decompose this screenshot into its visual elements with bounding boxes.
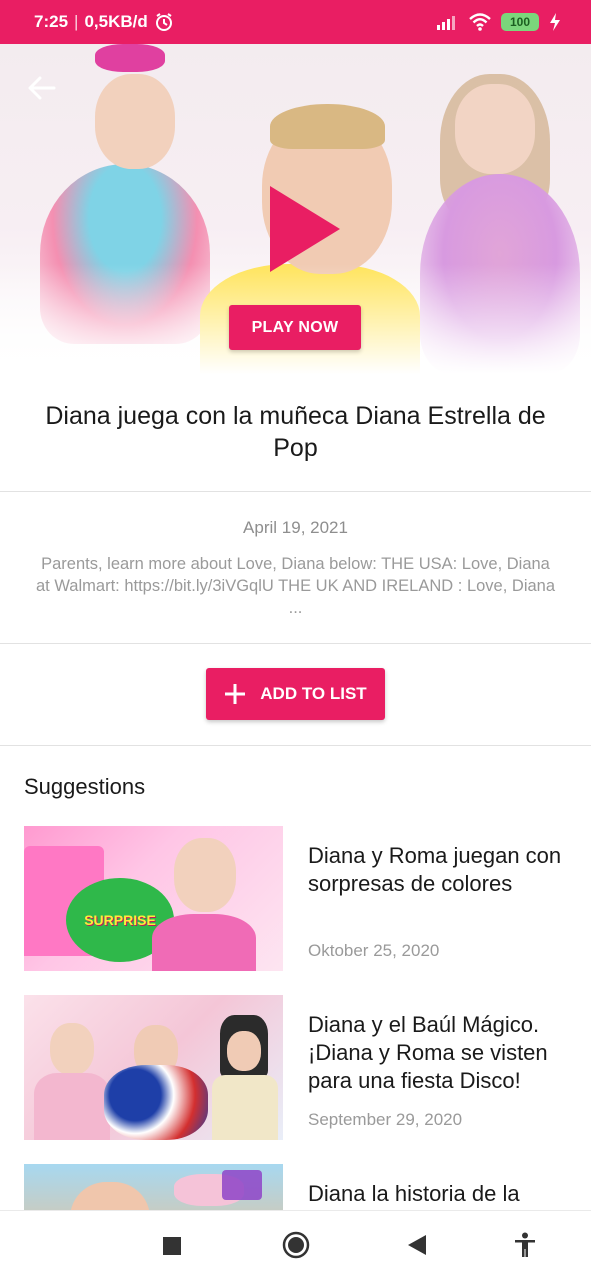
add-to-list-button[interactable]: ADD TO LIST: [206, 668, 385, 720]
thumbnail-figure-1: [50, 1023, 94, 1075]
status-right: 100: [437, 13, 561, 31]
suggestion-item[interactable]: Diana y el Baúl Mágico. ¡Diana y Roma se…: [24, 995, 569, 1145]
status-time: 7:25: [34, 12, 69, 31]
recents-square-icon[interactable]: [162, 1236, 182, 1256]
suggestion-item[interactable]: SURPRISE Diana y Roma juegan con sorpres…: [24, 826, 569, 976]
suggestion-title: Diana y el Baúl Mágico. ¡Diana y Roma se…: [308, 1012, 548, 1093]
thumbnail-figure-3-face: [227, 1031, 261, 1071]
status-bar: 7:25 | 0,5KB/d 100: [0, 0, 591, 44]
play-now-label: PLAY NOW: [251, 318, 339, 336]
thumbnail-figure-3-outfit: [212, 1075, 278, 1140]
back-triangle-icon[interactable]: [406, 1234, 428, 1256]
divider: [0, 745, 591, 746]
hero-figure-left-bow: [95, 44, 165, 72]
suggestion-title: Diana la historia de la: [308, 1181, 520, 1206]
thumbnail-face: [174, 838, 236, 912]
hero-figure-middle-hair: [270, 104, 385, 149]
video-date: April 19, 2021: [243, 518, 348, 537]
network-speed: 0,5KB/d: [84, 12, 148, 31]
home-circle-icon[interactable]: [282, 1231, 310, 1259]
suggestion-date: Oktober 25, 2020: [308, 941, 440, 960]
divider: [0, 643, 591, 644]
accessibility-icon[interactable]: [514, 1232, 536, 1258]
wifi-icon: [469, 13, 491, 31]
video-description: Parents, learn more about Love, Diana be…: [36, 555, 556, 617]
battery-icon: 100: [501, 13, 539, 31]
hero-figure-right-face: [455, 84, 535, 174]
hero-figure-left-face: [95, 74, 175, 169]
divider: [0, 491, 591, 492]
back-arrow-icon[interactable]: [24, 70, 60, 106]
battery-level: 100: [509, 15, 531, 29]
video-title: Diana juega con la muñeca Diana Estrella…: [45, 402, 546, 462]
suggestion-title: Diana y Roma juegan con sorpresas de col…: [308, 843, 562, 896]
suggestion-thumbnail[interactable]: SURPRISE: [24, 826, 283, 971]
thumbnail-figure-1-outfit: [34, 1073, 110, 1140]
status-left: 7:25 | 0,5KB/d: [34, 12, 174, 32]
suggestions-heading: Suggestions: [24, 774, 146, 799]
suggestion-thumbnail[interactable]: [24, 995, 283, 1140]
thumbnail-dress: [152, 914, 256, 971]
thumbnail-ball-text: SURPRISE: [84, 912, 156, 928]
charging-icon: [550, 13, 560, 31]
signal-icon: [437, 16, 455, 30]
system-nav-bar: [0, 1210, 591, 1280]
add-to-list-label: ADD TO LIST: [260, 684, 367, 703]
play-now-button[interactable]: PLAY NOW: [229, 305, 361, 350]
play-icon[interactable]: [270, 186, 340, 272]
alarm-icon: [155, 13, 172, 31]
plus-icon: [225, 684, 246, 704]
suggestion-date: September 29, 2020: [308, 1110, 463, 1129]
thumbnail-figure-2-pompoms: [104, 1065, 208, 1140]
thumbnail-zzz: [222, 1170, 262, 1200]
status-separator: |: [74, 12, 79, 31]
